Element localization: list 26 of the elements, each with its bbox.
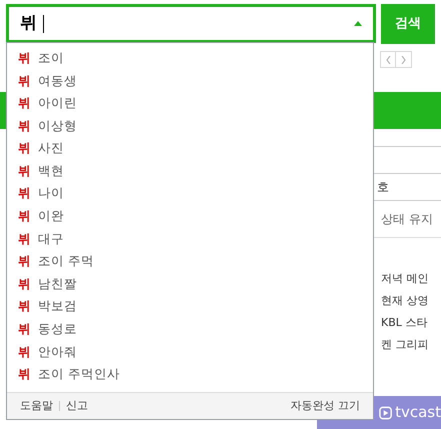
suggestion-item[interactable]: 뷔 안아줘 bbox=[7, 340, 373, 364]
suggestion-item[interactable]: 뷔 조이 주먹인사 bbox=[7, 363, 373, 386]
suggestion-item[interactable]: 뷔 아이린 bbox=[7, 92, 373, 115]
suggestion-item[interactable]: 뷔 동성로 bbox=[7, 318, 373, 341]
news-headline[interactable]: KBL 스타 bbox=[381, 314, 441, 332]
suggestion-item[interactable]: 뷔 조이 bbox=[7, 47, 373, 70]
suggestion-item[interactable]: 뷔 이완 bbox=[7, 205, 373, 228]
suggestion-item[interactable]: 뷔 나이 bbox=[7, 182, 373, 206]
news-headline[interactable]: 저녁 메인 bbox=[381, 270, 441, 288]
footer-link[interactable]: 신고 bbox=[66, 398, 88, 414]
collapse-arrow-icon[interactable] bbox=[354, 21, 362, 26]
suggestion-item[interactable]: 뷔 여동생 bbox=[7, 70, 373, 92]
suggestion-item[interactable]: 뷔 남친짤 bbox=[7, 272, 373, 296]
video-logo: tvcast bbox=[395, 402, 441, 424]
suggestion-item[interactable]: 뷔 대구 bbox=[7, 228, 373, 250]
suggestion-item[interactable]: 뷔 조이 주먹 bbox=[7, 250, 373, 273]
text-cursor bbox=[43, 14, 44, 32]
news-headline[interactable]: 현재 상영 bbox=[381, 292, 441, 310]
suggestion-item[interactable]: 뷔 백현 bbox=[7, 160, 373, 183]
news-headline[interactable]: 켄 그리피 bbox=[381, 336, 441, 354]
suggestion-item[interactable]: 뷔 이상형 bbox=[7, 114, 373, 138]
search-query: 뷔 bbox=[20, 12, 37, 35]
play-icon bbox=[379, 406, 392, 420]
footer-link[interactable]: 도움말 bbox=[20, 398, 53, 414]
suggestion-item[interactable]: 뷔 박보검 bbox=[7, 296, 373, 318]
suggestion-item[interactable]: 뷔 사진 bbox=[7, 137, 373, 160]
